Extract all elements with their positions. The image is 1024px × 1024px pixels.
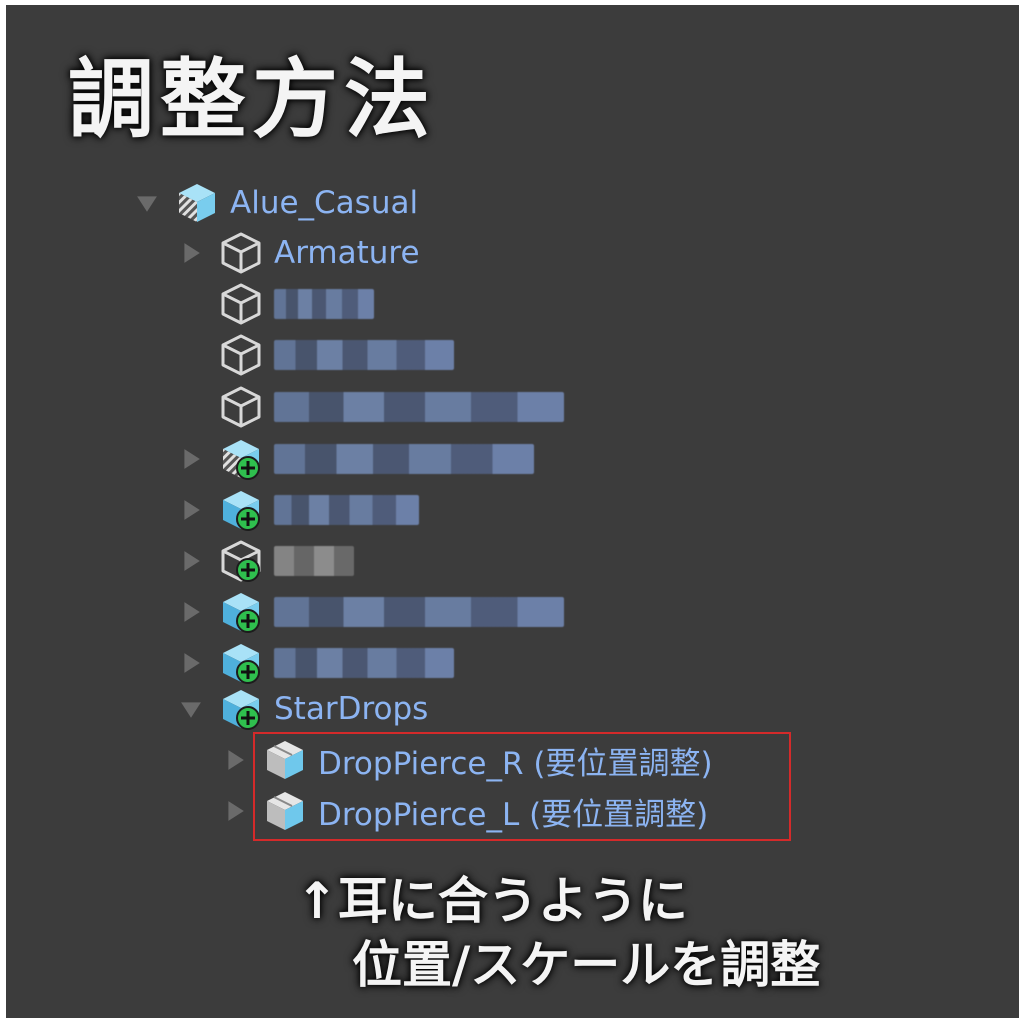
redacted-label (274, 444, 534, 474)
game-object-icon (218, 384, 264, 430)
redacted-label (274, 648, 454, 678)
hierarchy-label: StarDrops (274, 691, 429, 727)
add-badge-icon (236, 456, 260, 480)
game-object-icon (218, 230, 264, 276)
collapse-arrow-icon[interactable] (178, 650, 204, 676)
hierarchy-row-redacted[interactable] (178, 588, 564, 636)
collapse-arrow-icon[interactable] (222, 798, 248, 824)
hierarchy-label: Armature (274, 235, 420, 271)
hierarchy-row-redacted[interactable] (178, 537, 354, 585)
redacted-label (274, 495, 419, 525)
hierarchy-row-redacted[interactable] (178, 486, 419, 534)
hierarchy-panel: 調整方法 Alue_Casual Armature StarDrops Drop… (6, 5, 1019, 1018)
collapse-arrow-icon[interactable] (178, 240, 204, 266)
hierarchy-row-redacted[interactable] (218, 383, 564, 431)
add-badge-icon (236, 609, 260, 633)
prefab-cube-icon (174, 180, 220, 226)
hierarchy-row-redacted[interactable] (178, 435, 534, 483)
game-object-icon (218, 538, 264, 584)
prefab-cube-icon (218, 436, 264, 482)
note-line-2: 位置/スケールを調整 (352, 936, 821, 994)
prefab-cube-icon (218, 487, 264, 533)
game-object-icon (218, 332, 264, 378)
hierarchy-row-redacted[interactable] (218, 331, 454, 379)
redacted-label (274, 340, 454, 370)
collapse-arrow-icon[interactable] (222, 747, 248, 773)
hierarchy-row-stardrops[interactable]: StarDrops (178, 685, 428, 733)
game-object-icon (218, 281, 264, 327)
hierarchy-label: Alue_Casual (230, 185, 419, 221)
collapse-arrow-icon[interactable] (178, 497, 204, 523)
hierarchy-row-redacted[interactable] (218, 280, 374, 328)
hierarchy-row-alue-casual[interactable]: Alue_Casual (134, 179, 418, 227)
prefab-cube-icon (218, 589, 264, 635)
redacted-label (274, 289, 374, 319)
collapse-arrow-icon[interactable] (178, 599, 204, 625)
expand-arrow-icon[interactable] (178, 696, 204, 722)
redacted-label (274, 392, 564, 422)
hierarchy-row-armature[interactable]: Armature (178, 229, 420, 277)
add-badge-icon (236, 660, 260, 684)
prefab-cube-icon (218, 686, 264, 732)
redacted-label (274, 597, 564, 627)
add-badge-icon (236, 507, 260, 531)
note-line-1: ↑耳に合うように (296, 872, 688, 930)
hierarchy-row-redacted[interactable] (178, 639, 454, 687)
add-badge-icon (236, 558, 260, 582)
highlight-box (253, 732, 791, 841)
heading: 調整方法 (68, 50, 436, 150)
collapse-arrow-icon[interactable] (178, 446, 204, 472)
collapse-arrow-icon[interactable] (178, 548, 204, 574)
expand-arrow-icon[interactable] (134, 190, 160, 216)
add-badge-icon (236, 706, 260, 730)
prefab-cube-icon (218, 640, 264, 686)
redacted-label (274, 546, 354, 576)
